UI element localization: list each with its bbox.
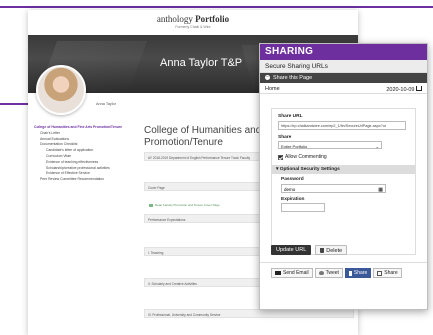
expiration-label: Expiration: [281, 196, 305, 202]
share-this-page-toggle[interactable]: − Share this Page: [260, 73, 427, 83]
delete-button[interactable]: Delete: [315, 245, 348, 255]
sharing-panel: SHARING Secure Sharing URLs − Share this …: [259, 43, 428, 310]
portfolio-header: anthology Portfolio Formerly Chalk & Wir…: [28, 10, 358, 35]
allow-commenting-checkbox[interactable]: Allow Commenting: [278, 154, 409, 160]
share-scope-select[interactable]: Entire Portfolio ⌄: [278, 141, 382, 149]
key-icon: ▦: [378, 186, 383, 193]
update-url-button[interactable]: Update URL: [271, 245, 312, 255]
chevron-down-icon: ⌄: [375, 143, 379, 149]
content-section: III. Professional, University and Commun…: [144, 309, 354, 318]
trash-icon: [320, 248, 325, 254]
portfolio-owner-title: Anna Taylor T&P: [160, 57, 243, 69]
sharing-subtitle: Secure Sharing URLs: [260, 60, 427, 73]
accent-line-top: [0, 6, 433, 8]
send-email-button[interactable]: Send Email: [271, 268, 313, 278]
book-icon: [416, 85, 422, 91]
triangle-down-icon: ▾: [276, 167, 279, 172]
logo: anthology Portfolio: [156, 14, 230, 24]
share-settings: Share URL https://ep.chalkandwire.com/ep…: [271, 108, 416, 255]
share-button[interactable]: Share: [373, 268, 402, 278]
share-url-field[interactable]: https://ep.chalkandwire.com/ep2_1/fin/Se…: [278, 120, 406, 130]
checkbox-checked-icon: [278, 154, 283, 160]
password-field[interactable]: demo ▦: [281, 183, 386, 193]
avatar: [36, 65, 86, 115]
logo-subtitle: Formerly Chalk & Wire: [175, 25, 211, 29]
email-icon: [275, 271, 281, 275]
share-row[interactable]: Home 2020-10-09: [260, 83, 427, 94]
share-actions: Update URL Delete: [271, 245, 348, 255]
twitter-icon: [318, 271, 324, 275]
facebook-share-button[interactable]: Share: [344, 268, 372, 278]
facebook-icon: [348, 270, 352, 276]
cover-page-link[interactable]: Dean Faculty Promotion and Tenure Cover …: [149, 203, 220, 207]
collapse-icon: −: [265, 74, 270, 81]
share-scope-label: Share: [278, 134, 292, 140]
share-url-label: Share URL: [278, 114, 303, 119]
portfolio-nav: College of Humanities and Fine Arts Prom…: [34, 125, 144, 183]
tweet-button[interactable]: Tweet: [314, 268, 343, 278]
password-label: Password: [281, 177, 304, 182]
share-icon: [377, 270, 383, 276]
nav-item[interactable]: Peer Review Committee Recommendation: [34, 177, 144, 183]
expiration-field[interactable]: [281, 203, 325, 212]
divider: [260, 262, 427, 263]
owner-name: Anna Taylor: [96, 102, 116, 106]
file-icon: [149, 203, 153, 207]
sharing-title: SHARING: [260, 44, 427, 60]
optional-settings-toggle[interactable]: ▾ Optional Security Settings: [272, 165, 415, 174]
social-share-bar: Send Email Tweet Share Share: [271, 268, 402, 278]
